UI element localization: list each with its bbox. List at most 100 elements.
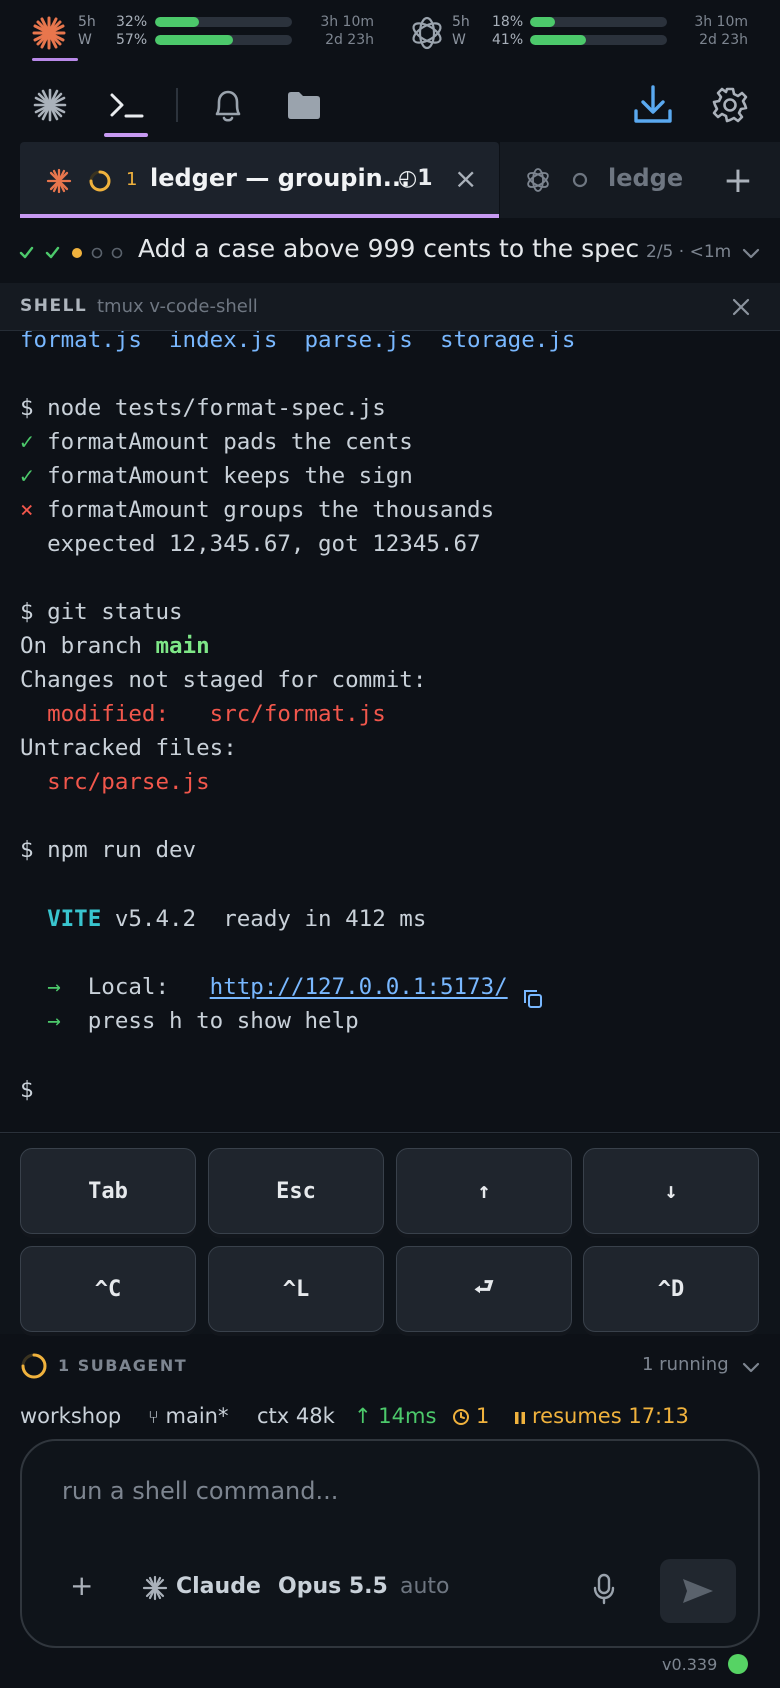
task-title: Add a case above 999 cents to the spec bbox=[138, 234, 640, 263]
up-arrow-key[interactable]: ↑ bbox=[396, 1148, 572, 1234]
sparkle-button[interactable] bbox=[25, 80, 75, 130]
status-row: workshop ⑂ main* ctx 48k ↑ 14ms 1 resume… bbox=[0, 1398, 780, 1438]
step-pending-icon bbox=[111, 247, 123, 259]
ctrl-d-key[interactable]: ^D bbox=[583, 1246, 759, 1332]
step-done-icon bbox=[19, 246, 34, 259]
ctrl-c-key[interactable]: ^C bbox=[20, 1246, 196, 1332]
session-tab-inactive[interactable]: ledge bbox=[500, 142, 696, 218]
claude-5h-label: 5h bbox=[78, 14, 96, 30]
connection-status-dot bbox=[728, 1654, 748, 1674]
session-tab-active[interactable]: 1 ledger — groupin... ◴1 × bbox=[20, 142, 499, 218]
step-done-icon bbox=[45, 246, 60, 259]
git-untracked-file: src/parse.js bbox=[20, 769, 210, 795]
file-entry: format.js bbox=[20, 331, 142, 353]
openai-week-progress bbox=[530, 35, 667, 45]
esc-key[interactable]: Esc bbox=[208, 1148, 384, 1234]
microphone-icon[interactable] bbox=[592, 1573, 616, 1605]
usage-claude[interactable]: 5h W 32% 57% 3h 10m 2d 23h bbox=[30, 10, 380, 56]
plus-icon: + bbox=[722, 159, 754, 201]
mode-selector[interactable]: auto bbox=[400, 1574, 450, 1599]
workspace-name[interactable]: workshop bbox=[20, 1404, 121, 1428]
terminal-prompt: $ bbox=[20, 1077, 34, 1103]
cross-icon: × bbox=[20, 497, 34, 523]
close-shell-icon[interactable] bbox=[732, 298, 750, 316]
settings-button[interactable] bbox=[705, 80, 755, 130]
git-changes-heading: Changes not staged for commit: bbox=[20, 667, 427, 693]
openai-week-label: W bbox=[452, 32, 466, 48]
file-entry: parse.js bbox=[304, 331, 413, 353]
terminal-active-indicator bbox=[104, 133, 148, 137]
notifications-button[interactable] bbox=[203, 80, 253, 130]
terminal-command: $ git status bbox=[20, 599, 183, 625]
file-entry: storage.js bbox=[439, 331, 576, 353]
terminal-button[interactable] bbox=[101, 80, 151, 130]
files-button[interactable] bbox=[279, 80, 329, 130]
local-url-link[interactable]: http://127.0.0.1:5173/ bbox=[210, 974, 508, 1000]
agent-selector[interactable]: Claude bbox=[176, 1574, 261, 1599]
command-composer: + Claude Opus 5.5 auto bbox=[20, 1439, 760, 1648]
task-steps bbox=[19, 246, 123, 259]
subagent-row[interactable]: 1 SUBAGENT 1 running bbox=[0, 1340, 780, 1390]
test-pass-text: formatAmount pads the cents bbox=[47, 429, 413, 455]
openai-5h-reset: 3h 10m bbox=[694, 14, 748, 30]
context-size: ctx 48k bbox=[257, 1404, 335, 1428]
bell-icon bbox=[215, 90, 241, 122]
task-meta: 2/5 · <1m bbox=[646, 242, 732, 262]
tab-close-button[interactable]: × bbox=[454, 162, 477, 195]
arrow-right-icon: → bbox=[20, 1008, 61, 1034]
folder-icon bbox=[288, 92, 320, 119]
git-branch-line: On branch main bbox=[20, 633, 210, 659]
model-selector[interactable]: Opus 5.5 bbox=[278, 1574, 388, 1599]
claude-sunburst-icon bbox=[46, 168, 72, 194]
clock-icon bbox=[453, 1409, 469, 1425]
check-icon: ✓ bbox=[20, 429, 34, 455]
ctrl-l-key[interactable]: ^L bbox=[208, 1246, 384, 1332]
claude-5h-progress bbox=[155, 17, 292, 27]
send-icon bbox=[683, 1579, 713, 1603]
terminal-divider bbox=[0, 1132, 780, 1133]
file-entry: index.js bbox=[169, 331, 278, 353]
claude-week-percent: 57% bbox=[116, 32, 148, 48]
usage-openai[interactable]: 5h W 18% 41% 3h 10m 2d 23h bbox=[408, 10, 758, 56]
chevron-down-icon bbox=[742, 1362, 760, 1373]
claude-5h-reset: 3h 10m bbox=[320, 14, 374, 30]
terminal-command: $ npm run dev bbox=[20, 837, 197, 863]
down-arrow-key[interactable]: ↓ bbox=[583, 1148, 759, 1234]
spinner-icon bbox=[89, 170, 111, 192]
terminal-icon bbox=[110, 93, 144, 118]
new-tab-button[interactable]: + bbox=[696, 142, 780, 218]
download-button[interactable] bbox=[628, 80, 678, 130]
spinner-icon bbox=[21, 1353, 47, 1379]
session-tabs: 1 ledger — groupin... ◴1 × ledge + bbox=[0, 142, 780, 218]
sparkle-icon bbox=[33, 88, 67, 122]
openai-5h-percent: 18% bbox=[492, 14, 524, 30]
subagent-label: 1 SUBAGENT bbox=[58, 1356, 188, 1375]
claude-sparkle-icon bbox=[142, 1575, 168, 1601]
tab-key[interactable]: Tab bbox=[20, 1148, 196, 1234]
git-branch-status[interactable]: ⑂ main* bbox=[148, 1404, 228, 1428]
openai-week-percent: 41% bbox=[492, 32, 524, 48]
subagent-running: 1 running bbox=[642, 1354, 729, 1375]
chevron-down-icon bbox=[742, 248, 760, 259]
shell-session-name: tmux v-code-shell bbox=[97, 296, 258, 317]
openai-5h-progress bbox=[530, 17, 667, 27]
branch-icon: ⑂ bbox=[148, 1407, 159, 1428]
toolbar bbox=[0, 70, 780, 140]
send-button[interactable] bbox=[660, 1559, 736, 1623]
terminal-output[interactable]: format.js index.js parse.js storage.js $… bbox=[0, 331, 780, 1132]
shell-command-input[interactable] bbox=[62, 1471, 702, 1511]
check-icon: ✓ bbox=[20, 463, 34, 489]
test-fail-line: × formatAmount groups the thousands bbox=[20, 497, 494, 523]
usage-bar: 5h W 32% 57% 3h 10m 2d 23h 5h W 18% 41% … bbox=[0, 0, 780, 62]
idle-circle-icon bbox=[572, 172, 588, 188]
enter-key[interactable]: ⮐ bbox=[396, 1246, 572, 1332]
test-fail-text: formatAmount groups the thousands bbox=[47, 497, 495, 523]
copy-icon[interactable] bbox=[522, 988, 544, 1010]
task-progress-row[interactable]: Add a case above 999 cents to the spec 2… bbox=[0, 222, 780, 282]
git-untracked-heading: Untracked files: bbox=[20, 735, 237, 761]
special-keys: Tab Esc ↑ ↓ ^C ^L ⮐ ^D bbox=[0, 1134, 780, 1334]
git-modified-file: src/format.js bbox=[209, 701, 386, 727]
git-branch-prefix: On branch bbox=[20, 633, 156, 659]
shell-header: SHELL tmux v-code-shell bbox=[0, 283, 780, 331]
add-attachment-button[interactable]: + bbox=[70, 1569, 93, 1602]
